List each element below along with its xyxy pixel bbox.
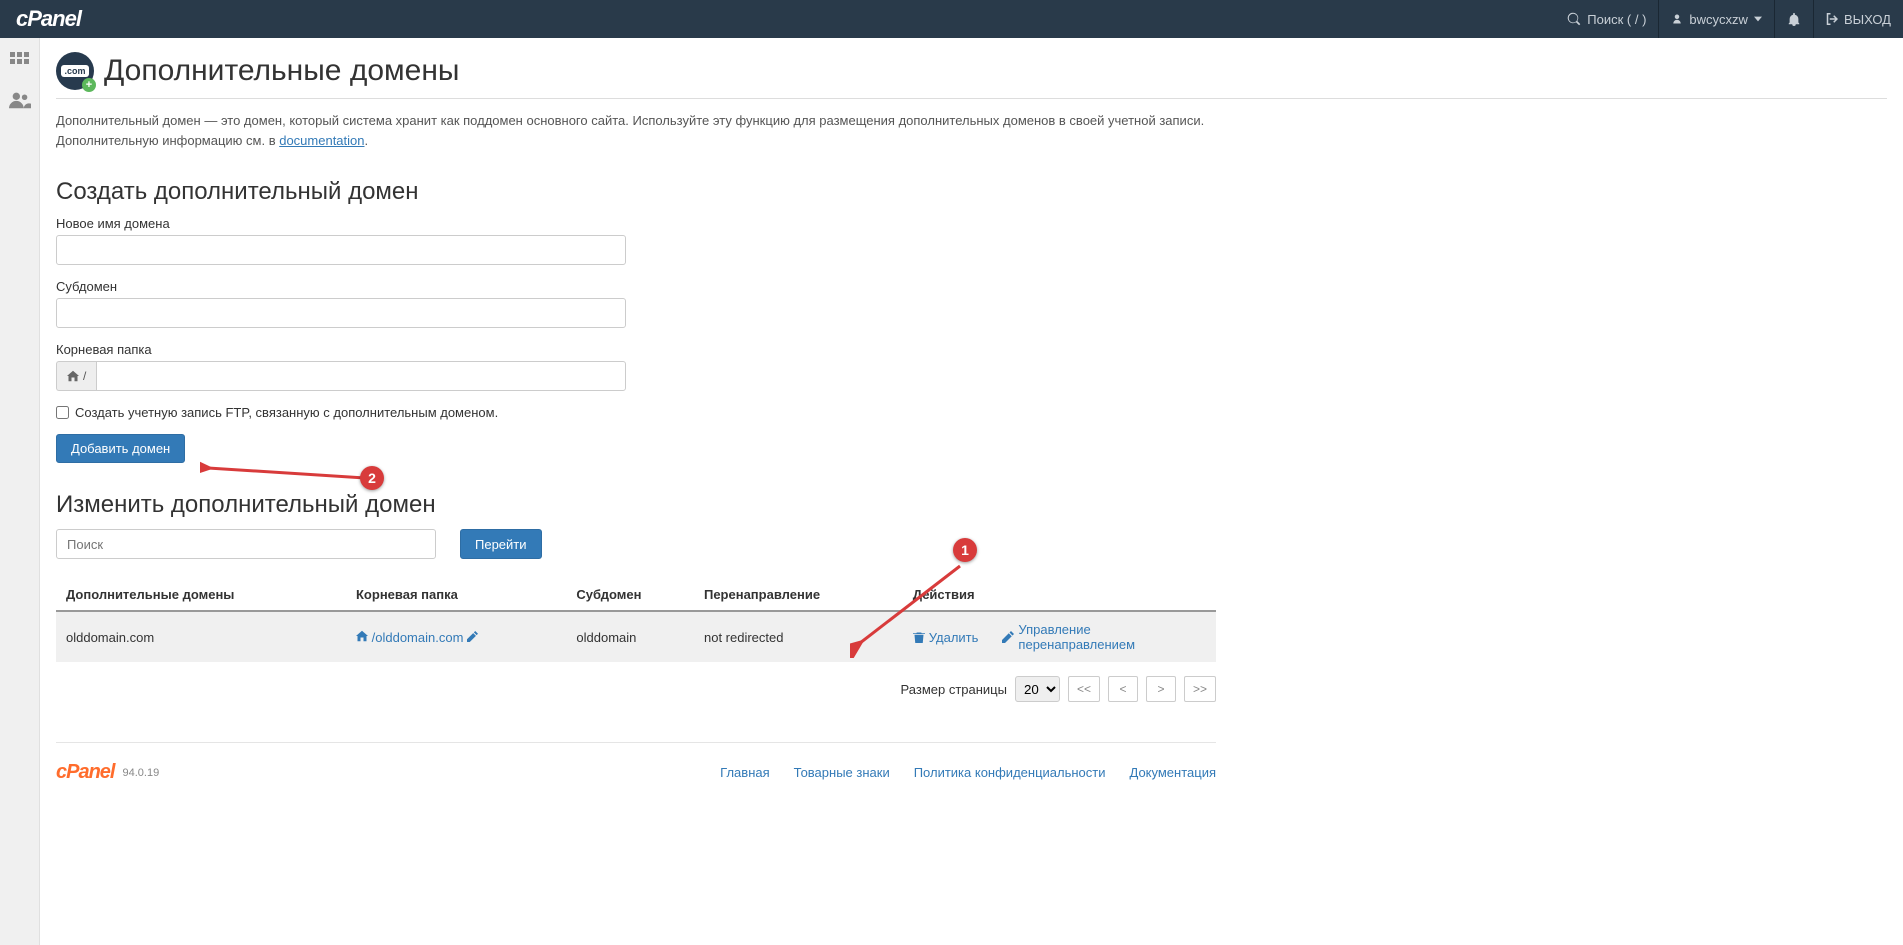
page-size-label: Размер страницы [901,682,1007,697]
add-domain-button[interactable]: Добавить домен [56,434,185,463]
page-size-select[interactable]: 20 [1015,676,1060,702]
create-ftp-label: Создать учетную запись FTP, связанную с … [75,405,498,420]
page-title: Дополнительные домены [104,54,459,88]
cell-subdomain: olddomain [566,611,694,662]
edit-icon [1002,631,1014,643]
desc-post: . [365,133,369,148]
logout-label: ВЫХОД [1844,12,1891,27]
home-icon [67,370,79,382]
side-rail [0,38,40,945]
trash-icon [913,631,925,643]
page-last-button[interactable]: >> [1184,676,1216,702]
footer-version: 94.0.19 [122,767,159,779]
search-icon [1567,12,1581,26]
home-icon [356,630,372,645]
top-header: cPanel Поиск ( / ) bwcycxzw ВЫХОД [0,0,1903,38]
root-prefix: / [56,361,96,391]
new-domain-label: Новое имя домена [56,216,1887,231]
footer-privacy-link[interactable]: Политика конфиденциальности [914,765,1106,780]
modify-heading: Изменить дополнительный домен [56,491,1887,519]
page-icon-text: .com [61,65,88,77]
documentation-link[interactable]: documentation [279,133,364,148]
search-trigger[interactable]: Поиск ( / ) [1555,0,1658,38]
create-heading: Создать дополнительный домен [56,178,1887,206]
username: bwcycxzw [1689,12,1748,27]
modify-search-input[interactable] [56,529,436,559]
col-redirect: Перенаправление [694,579,903,611]
bell-icon [1787,12,1801,26]
delete-link[interactable]: Удалить [913,622,979,652]
page-prev-button[interactable]: < [1108,676,1138,702]
logout-button[interactable]: ВЫХОД [1814,0,1903,38]
root-folder-input[interactable] [96,361,626,391]
chevron-down-icon [1754,15,1762,23]
annotation-arrow-2 [200,456,390,486]
users-button[interactable] [8,88,32,112]
modify-go-button[interactable]: Перейти [460,529,542,559]
page-first-button[interactable]: << [1068,676,1100,702]
desc-text: Дополнительный домен — это домен, которы… [56,113,1204,148]
search-label: Поиск ( / ) [1587,12,1646,27]
grid-icon [10,52,30,72]
subdomain-input[interactable] [56,298,626,328]
root-folder-link[interactable]: /olddomain.com [356,630,478,645]
new-domain-input[interactable] [56,235,626,265]
root-folder-label: Корневая папка [56,342,1887,357]
users-icon [9,91,31,109]
annotation-badge-2: 2 [360,466,384,490]
cell-redirect: not redirected [694,611,903,662]
user-icon [1671,13,1683,25]
subdomain-label: Субдомен [56,279,1887,294]
apps-grid-button[interactable] [8,50,32,74]
footer-home-link[interactable]: Главная [720,765,769,780]
edit-icon [467,630,478,645]
create-ftp-checkbox[interactable] [56,406,69,419]
user-menu[interactable]: bwcycxzw [1659,0,1774,38]
footer: cPanel 94.0.19 Главная Товарные знаки По… [56,742,1216,814]
manage-text: Управление перенаправлением [1018,622,1206,652]
page-next-button[interactable]: > [1146,676,1176,702]
page-title-row: .com + Дополнительные домены [56,38,1887,99]
footer-trademarks-link[interactable]: Товарные знаки [794,765,890,780]
footer-docs-link[interactable]: Документация [1130,765,1217,780]
plus-badge-icon: + [82,78,96,92]
logout-icon [1826,13,1838,25]
root-path-text: /olddomain.com [372,630,464,645]
col-actions: Действия [903,579,1216,611]
table-row: olddomain.com /olddomain.com olddomain n… [56,611,1216,662]
root-prefix-text: / [83,369,86,383]
footer-logo: cPanel [56,761,114,784]
manage-redirect-link[interactable]: Управление перенаправлением [1002,622,1206,652]
page-description: Дополнительный домен — это домен, которы… [56,111,1216,150]
page-icon: .com + [56,52,94,90]
addon-domains-table: Дополнительные домены Корневая папка Суб… [56,579,1216,662]
cell-domain: olddomain.com [56,611,346,662]
pagination: Размер страницы 20 << < > >> [56,676,1216,702]
col-sub: Субдомен [566,579,694,611]
cpanel-logo[interactable]: cPanel [0,6,97,32]
delete-text: Удалить [929,630,979,645]
notifications-button[interactable] [1775,0,1813,38]
col-addon: Дополнительные домены [56,579,346,611]
col-root: Корневая папка [346,579,566,611]
